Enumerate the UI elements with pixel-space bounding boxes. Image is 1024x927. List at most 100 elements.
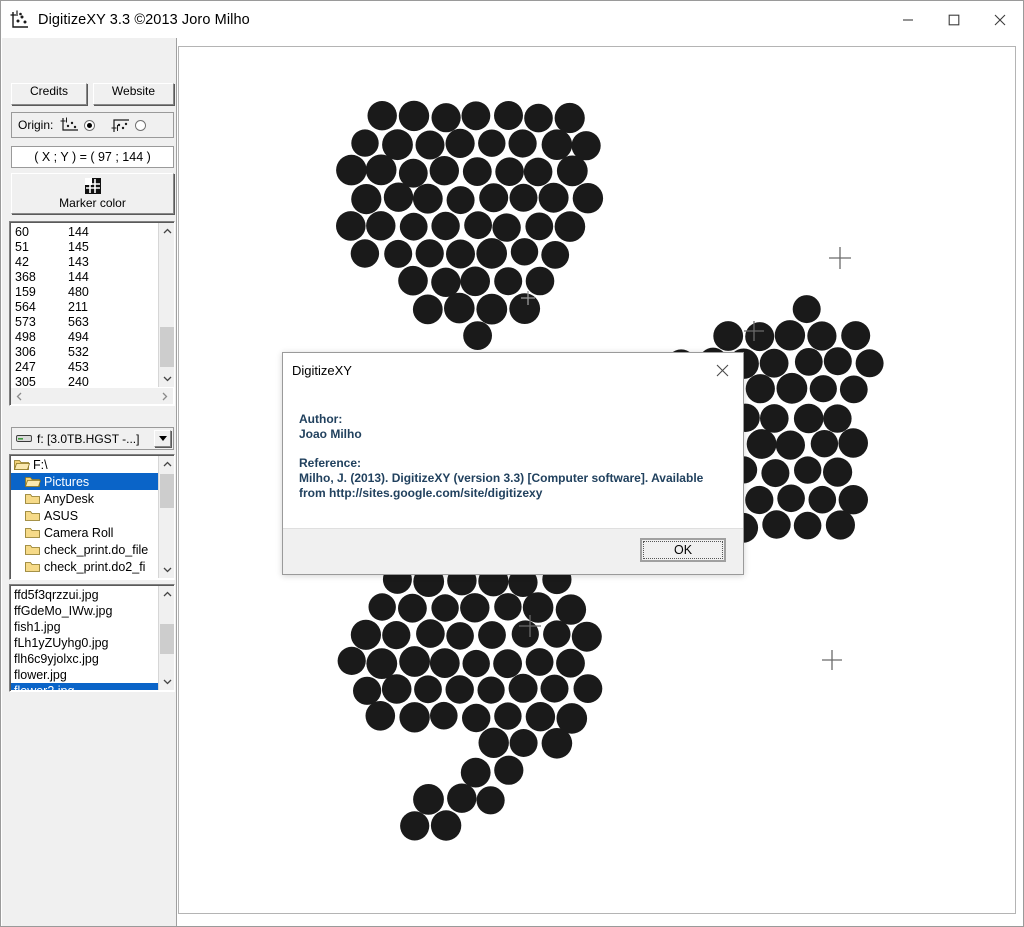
origin-label: Origin: — [18, 118, 54, 132]
scroll-down-button[interactable] — [159, 674, 175, 690]
coordinate-y: 144 — [68, 225, 89, 239]
file-list[interactable]: ffd5f3qrzzui.jpg ffGdeMo_IWw.jpg fish1.jpg… — [9, 584, 175, 692]
file-list-item[interactable]: flower2.jpg — [11, 683, 158, 690]
dialog-close-button[interactable] — [701, 355, 743, 385]
marker-color-button[interactable]: Marker color — [11, 173, 174, 214]
focus-ring — [643, 541, 723, 559]
coordinate-row[interactable]: 42 143 — [15, 255, 158, 270]
crosshair-marker-1[interactable] — [829, 247, 851, 269]
coordinate-y: 532 — [68, 345, 89, 359]
scroll-left-button[interactable] — [11, 388, 27, 404]
folder-tree-item-label: F:\ — [33, 457, 48, 472]
coordinate-x: 573 — [15, 315, 36, 329]
folder-tree-item[interactable]: F:\ — [11, 456, 158, 473]
close-icon — [994, 14, 1006, 25]
coordinate-row[interactable]: 368 144 — [15, 270, 158, 285]
ok-button[interactable]: OK — [640, 538, 726, 562]
coordinate-row[interactable]: 573 563 — [15, 315, 158, 330]
credits-button[interactable]: Credits — [11, 83, 87, 105]
maximize-icon — [948, 14, 960, 25]
coordinate-x: 368 — [15, 270, 36, 284]
coordinate-x: 564 — [15, 300, 36, 314]
vscroll-thumb[interactable] — [160, 327, 174, 367]
coordinate-row[interactable]: 306 532 — [15, 345, 158, 360]
reference-line-1: Milho, J. (2013). DigitizeXY (version 3.… — [299, 471, 704, 485]
maximize-button[interactable] — [931, 1, 977, 38]
scroll-right-button[interactable] — [157, 388, 173, 404]
coordinate-row[interactable]: 305 240 — [15, 375, 158, 387]
coordinate-list-vscrollbar[interactable] — [158, 223, 174, 387]
folder-icon — [25, 494, 40, 504]
file-list-item[interactable]: flower.jpg — [11, 667, 158, 683]
scroll-up-button[interactable] — [159, 223, 175, 239]
chevron-up-icon — [163, 591, 171, 597]
folder-tree-item[interactable]: ASUS — [11, 507, 158, 524]
vscroll-thumb[interactable] — [160, 624, 174, 654]
coordinate-row[interactable]: 159 480 — [15, 285, 158, 300]
reference-line-2: from http://sites.google.com/site/digiti… — [299, 486, 543, 500]
coordinate-row[interactable]: 51 145 — [15, 240, 158, 255]
scroll-down-button[interactable] — [159, 371, 175, 387]
file-list-item[interactable]: flh6c9yjolxc.jpg — [11, 651, 158, 667]
folder-tree-item[interactable]: check_print.do_file — [11, 541, 158, 558]
folder-tree-item-label: check_print.do2_fi — [44, 559, 146, 574]
chevron-up-icon — [163, 228, 171, 234]
dialog-title: DigitizeXY — [292, 362, 352, 378]
axis-points-icon — [10, 10, 28, 28]
file-list-item[interactable]: fLh1yZUyhg0.jpg — [11, 635, 158, 651]
coordinate-y: 211 — [68, 300, 88, 314]
drive-value: f: [3.0TB.HGST -...] — [37, 431, 140, 446]
crosshair-marker-2[interactable] — [744, 321, 764, 341]
coordinate-x: 305 — [15, 375, 36, 387]
coordinate-row[interactable]: 498 494 — [15, 330, 158, 345]
coordinate-list-hscrollbar[interactable] — [11, 388, 173, 404]
crosshair-marker-5[interactable] — [822, 650, 842, 670]
vscroll-thumb[interactable] — [160, 474, 174, 508]
chevron-down-icon — [163, 567, 171, 573]
scroll-down-button[interactable] — [159, 562, 175, 578]
dialog-title-bar: DigitizeXY — [283, 353, 743, 387]
drive-combobox[interactable]: f: [3.0TB.HGST -...] — [11, 427, 174, 450]
folder-tree-item-label: check_print.do_file — [44, 542, 149, 557]
coordinate-x: 306 — [15, 345, 36, 359]
coordinate-y: 240 — [68, 375, 89, 387]
folder-tree-item-label: AnyDesk — [44, 491, 95, 506]
folder-tree-item[interactable]: Camera Roll — [11, 524, 158, 541]
folder-tree-item[interactable]: Pictures — [11, 473, 158, 490]
scroll-up-button[interactable] — [159, 456, 175, 472]
chevron-down-icon — [163, 376, 171, 382]
folder-tree-item[interactable]: AnyDesk — [11, 490, 158, 507]
chevron-up-icon — [163, 461, 171, 467]
folder-tree-vscrollbar[interactable] — [158, 456, 174, 578]
chevron-down-icon — [163, 679, 171, 685]
file-list-item[interactable]: ffGdeMo_IWw.jpg — [11, 603, 158, 619]
coordinate-x: 247 — [15, 360, 36, 374]
origin-radio-topleft[interactable] — [135, 119, 147, 131]
close-button[interactable] — [977, 1, 1023, 38]
coordinate-list[interactable]: 60 144 51 145 42 143 368 144 159 480 564 211 573 563 4… — [9, 221, 175, 406]
folder-tree[interactable]: F:\ Pictures AnyDesk ASUS Camera Roll check_p… — [9, 454, 175, 580]
coordinate-row[interactable]: 60 144 — [15, 225, 158, 240]
author-value: Joao Milho — [299, 427, 362, 441]
file-list-item[interactable]: fish1.jpg — [11, 619, 158, 635]
crosshair-marker-4[interactable] — [519, 615, 541, 637]
crosshair-icon — [829, 247, 851, 269]
origin-radio-bottomleft[interactable] — [84, 119, 96, 131]
folder-icon — [25, 511, 40, 521]
file-list-item[interactable]: ffd5f3qrzzui.jpg — [11, 587, 158, 603]
crosshair-marker-3[interactable] — [521, 291, 535, 305]
reference-label: Reference: — [299, 456, 362, 470]
file-list-vscrollbar[interactable] — [158, 586, 174, 690]
coordinate-row[interactable]: 247 453 — [15, 360, 158, 375]
minimize-button[interactable] — [885, 1, 931, 38]
website-button[interactable]: Website — [93, 83, 174, 105]
drive-dropdown-arrow[interactable] — [154, 430, 171, 447]
file-list-items: ffd5f3qrzzui.jpg ffGdeMo_IWw.jpg fish1.jpg… — [11, 586, 158, 690]
close-icon — [716, 364, 728, 376]
coordinate-row[interactable]: 564 211 — [15, 300, 158, 315]
scroll-up-button[interactable] — [159, 586, 175, 602]
coordinate-y: 143 — [68, 255, 89, 269]
folder-icon — [25, 545, 40, 555]
folder-tree-item[interactable]: check_print.do2_fi — [11, 558, 158, 575]
crosshair-icon — [519, 615, 541, 637]
